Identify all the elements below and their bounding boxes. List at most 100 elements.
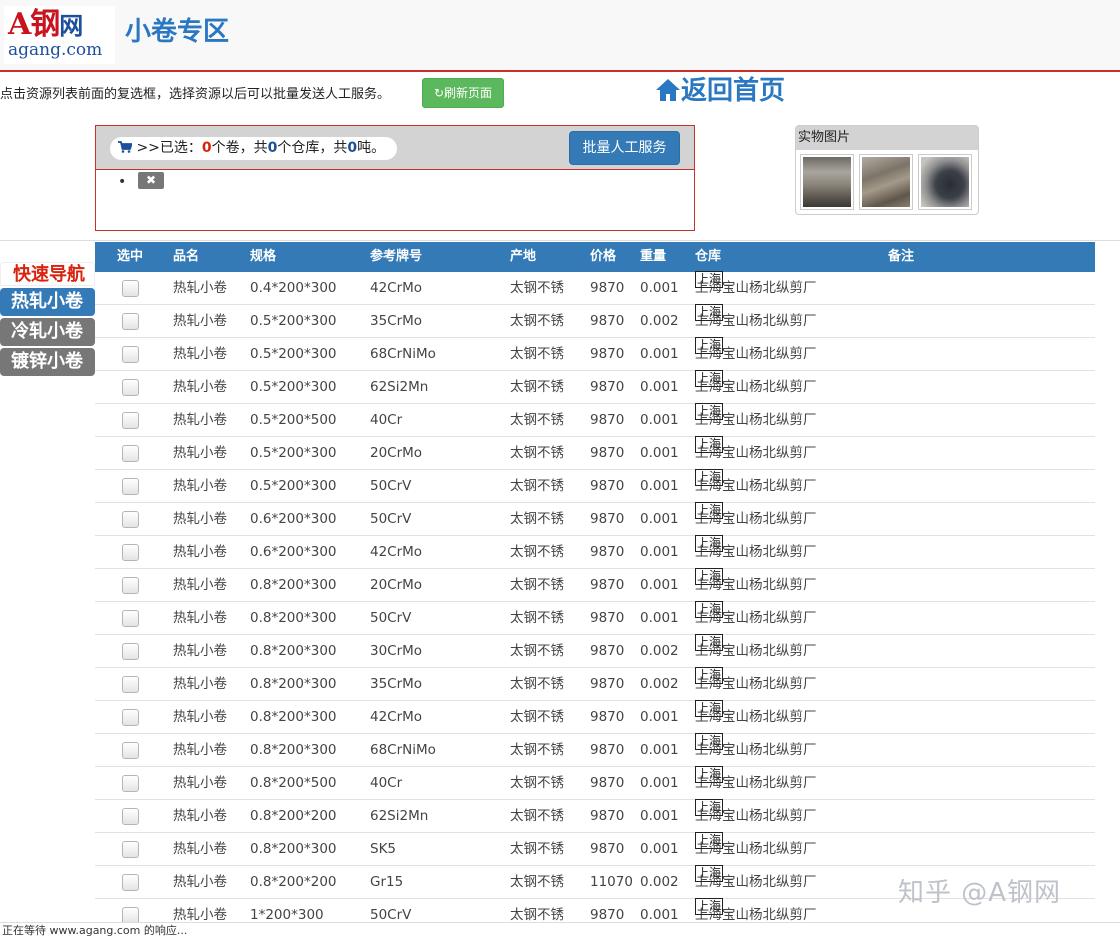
row-checkbox[interactable] (122, 676, 139, 693)
cell-price: 9870 (590, 313, 625, 329)
remove-item-button[interactable]: ✖ (138, 172, 164, 189)
row-checkbox[interactable] (122, 280, 139, 297)
cell-grade: 20CrMo (370, 577, 423, 593)
logo-mark: A钢网 (8, 8, 83, 43)
watermark: 知乎 @A钢网 (898, 878, 1062, 908)
row-checkbox[interactable] (122, 577, 139, 594)
cell-warehouse: 上海 上海宝山杨北纵剪厂 (695, 502, 817, 535)
city-tag: 上海 (695, 403, 724, 420)
cell-spec: 0.8*200*500 (250, 775, 337, 791)
city-tag: 上海 (695, 535, 724, 552)
cell-grade: 68CrNiMo (370, 346, 436, 362)
site-logo[interactable]: A钢网 agang.com (4, 6, 115, 64)
cell-warehouse: 上海 上海宝山杨北纵剪厂 (695, 733, 817, 766)
selected-items-list: • ✖ (118, 172, 164, 189)
cell-name: 热轧小卷 (173, 313, 227, 329)
col-header-spec: 规格 (250, 249, 277, 264)
city-tag: 上海 (695, 766, 724, 783)
cell-spec: 0.5*200*300 (250, 445, 337, 461)
cell-spec: 0.8*200*200 (250, 808, 337, 824)
cell-price: 9870 (590, 544, 625, 560)
cell-spec: 0.5*200*300 (250, 346, 337, 362)
home-icon (655, 77, 681, 111)
row-checkbox[interactable] (122, 412, 139, 429)
logo-net-text: 网 (59, 11, 83, 40)
refresh-label: 刷新页面 (444, 86, 493, 100)
cell-weight: 0.001 (640, 280, 679, 296)
cell-weight: 0.002 (640, 676, 679, 692)
row-checkbox[interactable] (122, 643, 139, 660)
col-header-note: 备注 (888, 249, 915, 264)
row-checkbox[interactable] (122, 379, 139, 396)
row-checkbox[interactable] (122, 775, 139, 792)
row-checkbox[interactable] (122, 742, 139, 759)
city-tag: 上海 (695, 667, 724, 684)
cell-grade: 40Cr (370, 775, 403, 791)
col-header-weight: 重量 (640, 249, 667, 264)
photo-thumbnail[interactable] (800, 154, 854, 210)
cell-warehouse: 上海 上海宝山杨北纵剪厂 (695, 271, 817, 304)
city-tag: 上海 (695, 469, 724, 486)
city-tag: 上海 (695, 865, 724, 882)
cell-grade: 20CrMo (370, 445, 423, 461)
cell-warehouse: 上海 上海宝山杨北纵剪厂 (695, 634, 817, 667)
row-checkbox[interactable] (122, 841, 139, 858)
cell-warehouse: 上海 上海宝山杨北纵剪厂 (695, 865, 817, 898)
cell-name: 热轧小卷 (173, 841, 227, 857)
quick-nav-hot-rolled[interactable]: 热轧小卷 (0, 288, 95, 316)
cell-spec: 0.5*200*300 (250, 379, 337, 395)
cell-price: 9870 (590, 346, 625, 362)
quick-nav: 快速导航 热轧小卷 冷轧小卷 镀锌小卷 (0, 262, 95, 376)
home-label: 返回首页 (681, 76, 786, 106)
row-checkbox[interactable] (122, 511, 139, 528)
cell-warehouse: 上海 上海宝山杨北纵剪厂 (695, 403, 817, 436)
cell-origin: 太钢不锈 (510, 511, 564, 527)
selection-topbar: >>已选：0个卷，共0个仓库，共0吨。 批量人工服务 (96, 126, 694, 170)
city-tag: 上海 (695, 271, 724, 288)
cell-spec: 0.8*200*200 (250, 874, 337, 890)
selected-ton-count: 0 (347, 140, 358, 156)
table-row: 热轧小卷 0.5*200*300 20CrMo 太钢不锈 9870 0.001 上海 上海宝山… (95, 436, 1095, 470)
cell-origin: 太钢不锈 (510, 841, 564, 857)
cell-origin: 太钢不锈 (510, 808, 564, 824)
quick-nav-galvanized[interactable]: 镀锌小卷 (0, 348, 95, 376)
cell-spec: 0.4*200*300 (250, 280, 337, 296)
row-checkbox[interactable] (122, 709, 139, 726)
cell-price: 9870 (590, 379, 625, 395)
cell-spec: 1*200*300 (250, 907, 324, 922)
row-checkbox[interactable] (122, 874, 139, 891)
home-link[interactable]: 返回首页 (655, 74, 785, 111)
cell-name: 热轧小卷 (173, 742, 227, 758)
cell-name: 热轧小卷 (173, 478, 227, 494)
row-checkbox[interactable] (122, 313, 139, 330)
cell-grade: 50CrV (370, 478, 412, 494)
row-checkbox[interactable] (122, 610, 139, 627)
selection-coil-unit: 个卷，共 (211, 140, 268, 156)
table-header: 选中 品名 规格 参考牌号 产地 价格 重量 仓库 备注 (95, 242, 1095, 272)
cell-spec: 0.8*200*300 (250, 610, 337, 626)
row-checkbox[interactable] (122, 808, 139, 825)
row-checkbox[interactable] (122, 907, 139, 922)
coil-photo-1 (803, 157, 851, 207)
site-header: A钢网 agang.com 小卷专区 (0, 0, 1120, 72)
photo-thumbnail[interactable] (918, 154, 972, 210)
photo-thumbnail[interactable] (859, 154, 913, 210)
row-checkbox[interactable] (122, 478, 139, 495)
table-row: 热轧小卷 0.5*200*300 62Si2Mn 太钢不锈 9870 0.001 上海 上海宝… (95, 370, 1095, 404)
row-checkbox[interactable] (122, 346, 139, 363)
selection-panel: >>已选：0个卷，共0个仓库，共0吨。 批量人工服务 • ✖ (95, 125, 695, 231)
cell-warehouse: 上海 上海宝山杨北纵剪厂 (695, 601, 817, 634)
table-row: 热轧小卷 0.5*200*300 35CrMo 太钢不锈 9870 0.002 上海 上海宝山… (95, 304, 1095, 338)
quick-nav-cold-rolled[interactable]: 冷轧小卷 (0, 318, 95, 346)
row-checkbox[interactable] (122, 445, 139, 462)
batch-service-button[interactable]: 批量人工服务 (569, 131, 680, 165)
table-row: 热轧小卷 0.8*200*300 68CrNiMo 太钢不锈 9870 0.001 上海 上海… (95, 733, 1095, 767)
city-tag: 上海 (695, 898, 724, 915)
row-checkbox[interactable] (122, 544, 139, 561)
cell-name: 热轧小卷 (173, 874, 227, 890)
cell-spec: 0.8*200*300 (250, 643, 337, 659)
cell-name: 热轧小卷 (173, 445, 227, 461)
cell-weight: 0.001 (640, 445, 679, 461)
refresh-button[interactable]: ↻刷新页面 (422, 78, 504, 108)
cell-grade: 50CrV (370, 907, 412, 922)
